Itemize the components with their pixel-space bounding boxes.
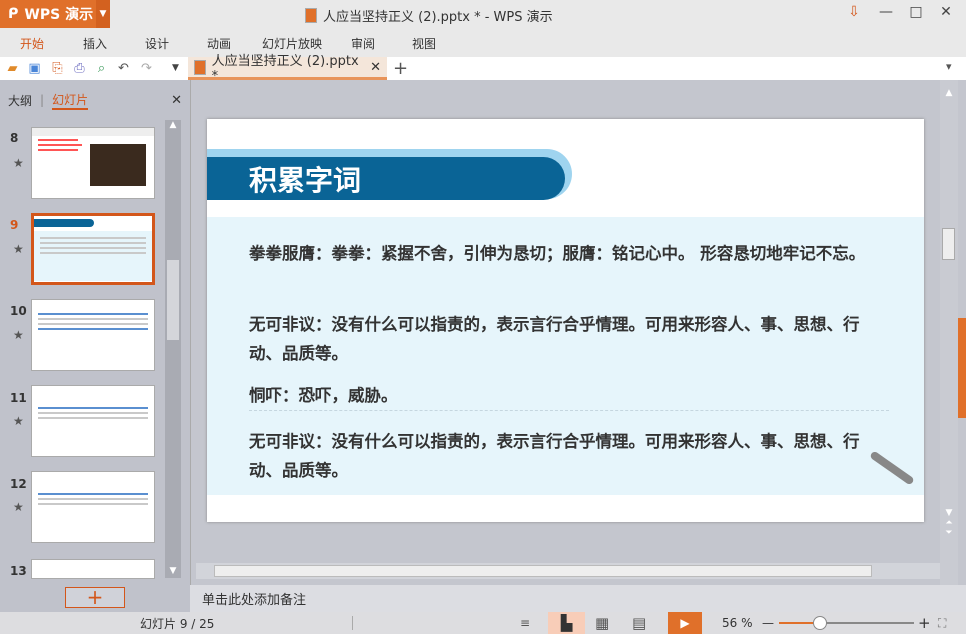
zoom-slider-handle[interactable] [812,616,827,630]
close-panel-icon[interactable]: ✕ [171,93,182,108]
zoom-in-button[interactable]: + [918,614,931,632]
chevron-down-icon[interactable]: ▼ [96,0,110,28]
new-tab-button[interactable]: + [393,58,408,79]
tab-insert[interactable]: 插入 [83,35,107,52]
close-tab-icon[interactable]: ✕ [370,60,381,75]
notes-area[interactable]: 单击此处添加备注 [190,585,966,612]
slide-thumbnail-10[interactable] [31,299,155,371]
customize-dropdown-icon[interactable]: ▼ [167,60,184,77]
add-slide-button[interactable]: + [65,587,125,608]
slide-number: 10 [10,304,27,318]
animation-star-icon: ★ [13,242,24,256]
wps-logo-icon: ᑭ [8,6,19,22]
slide-thumbnail-8[interactable] [31,127,155,199]
reading-view-button[interactable]: ▤ [632,614,646,632]
slide-title[interactable]: 积累字词 [249,159,361,199]
scroll-thumb[interactable] [167,260,179,340]
ribbon-tabs: 开始 插入 设计 动画 幻灯片放映 审阅 视图 [0,30,966,57]
status-bar: 幻灯片 9 / 25 ≡ ▙ ▦ ▤ ▶ 56 % — + ⛶ [0,612,966,634]
scroll-thumb[interactable] [942,228,955,260]
zoom-level: 56 % [722,616,753,630]
animation-star-icon: ★ [13,500,24,514]
window-title: 人应当坚持正义 (2).pptx * - WPS 演示 [305,6,553,25]
print-icon[interactable]: ⎙ [71,60,88,77]
slide-sorter-button[interactable]: ▦ [595,614,609,632]
wps-menu-button[interactable]: ᑭ WPS 演示 ▼ [0,0,110,28]
animation-star-icon: ★ [13,414,24,428]
maximize-button[interactable]: □ [905,4,927,24]
slide-number: 9 [10,218,19,232]
panel-tabs: 大纲 | 幻灯片 ✕ [8,91,182,110]
file-icon [305,8,317,23]
tab-design[interactable]: 设计 [145,35,169,52]
notes-toggle-icon[interactable]: ≡ [520,616,530,630]
tab-slides[interactable]: 幻灯片 [52,91,89,110]
vertical-scrollbar[interactable]: ▲ ▼ ⏶ ⏷ [940,80,958,585]
redo-icon[interactable]: ↷ [138,60,155,77]
slide-thumbnail-12[interactable] [31,471,155,543]
slide-counter: 幻灯片 9 / 25 [140,616,215,631]
document-tab-label: 人应当坚持正义 (2).pptx * [211,54,359,84]
slide-number: 13 [10,564,27,578]
slide-number: 11 [10,391,27,405]
play-slideshow-button[interactable]: ▶ [668,612,702,634]
undo-icon[interactable]: ↶ [115,60,132,77]
slide-thumbnail-9[interactable] [31,213,155,285]
tab-view[interactable]: 视图 [412,35,436,52]
divider [249,410,889,411]
slide-thumbnail-11[interactable] [31,385,155,457]
download-icon[interactable]: ⇩ [843,4,865,24]
side-panel-toggle[interactable] [958,318,966,418]
horizontal-scrollbar[interactable] [196,563,940,579]
export-pdf-icon[interactable]: ⎘ [49,60,66,77]
fit-window-icon[interactable]: ⛶ [938,616,946,631]
normal-view-button[interactable]: ▙ [548,612,585,634]
save-icon[interactable]: ▣ [26,60,43,77]
tab-home[interactable]: 开始 [20,35,44,52]
tab-menu-icon[interactable]: ▾ [946,60,952,73]
scroll-thumb[interactable] [214,565,872,577]
pptx-file-icon [194,59,206,75]
close-button[interactable]: ✕ [935,4,957,24]
zoom-slider[interactable] [779,616,914,630]
notes-placeholder: 单击此处添加备注 [202,593,307,608]
slides-scrollbar[interactable]: ▲ ▼ [165,120,181,578]
animation-star-icon: ★ [13,328,24,342]
slide-canvas[interactable]: 积累字词 拳拳服膺：拳拳：紧握不舍，引伸为恳切；服膺：铭记心中。 形容恳切地牢记… [207,119,924,522]
slide-paragraph[interactable]: 拳拳服膺：拳拳：紧握不舍，引伸为恳切；服膺：铭记心中。 形容恳切地牢记不忘。 [249,239,889,268]
app-name: WPS 演示 [24,7,94,23]
print-preview-icon[interactable]: ⌕ [93,60,110,77]
animation-star-icon: ★ [13,156,24,170]
tab-outline[interactable]: 大纲 [8,92,32,109]
window-title-text: 人应当坚持正义 (2).pptx * - WPS 演示 [323,10,553,25]
zoom-out-button[interactable]: — [762,616,774,630]
document-tab[interactable]: 人应当坚持正义 (2).pptx * ✕ [188,54,387,84]
slide-number: 8 [10,131,19,145]
slide-paragraph[interactable]: 无可非议：没有什么可以指责的，表示言行合乎情理。可用来形容人、事、思想、行动、品… [249,310,889,368]
slide-paragraph[interactable]: 无可非议：没有什么可以指责的，表示言行合乎情理。可用来形容人、事、思想、行动、品… [249,427,889,485]
slide-paragraph[interactable]: 恫吓：恐吓，威胁。 [249,381,889,410]
slide-thumbnail-13[interactable] [31,559,155,579]
open-icon[interactable]: ▰ [4,60,21,77]
minimize-button[interactable]: — [875,4,897,24]
slide-number: 12 [10,477,27,491]
